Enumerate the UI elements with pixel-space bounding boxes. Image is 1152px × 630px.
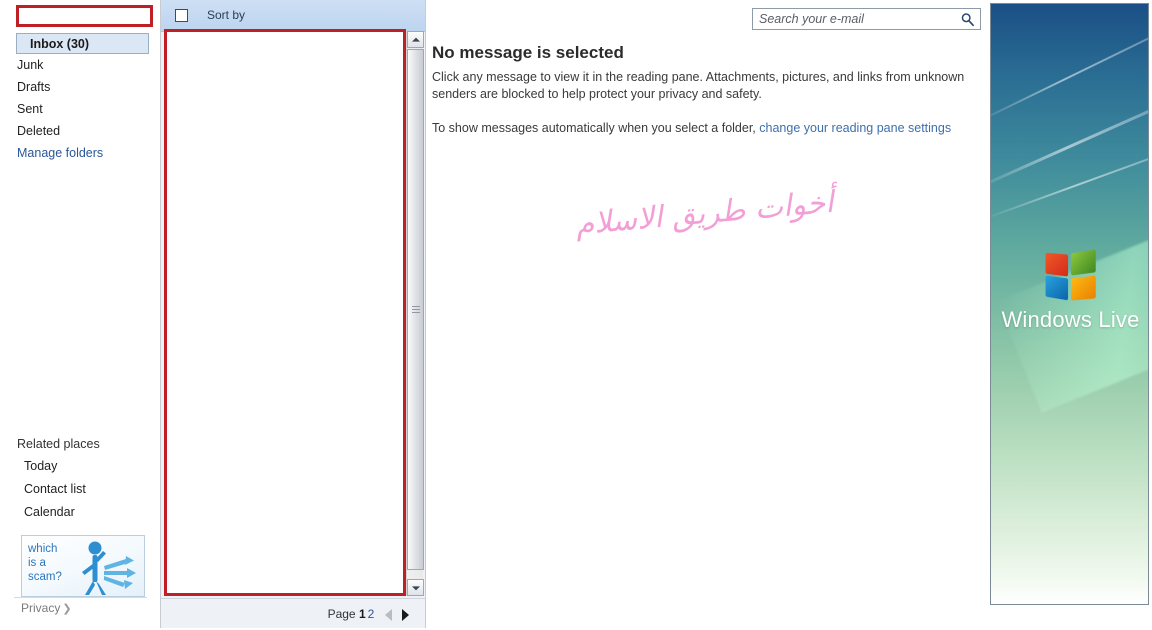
confused-person-illustration-icon: [82, 541, 136, 595]
windows-live-logo: Windows Live: [991, 249, 1148, 333]
reading-pane: No message is selected Click any message…: [425, 0, 989, 630]
reading-pane-settings-note: To show messages automatically when you …: [432, 120, 978, 137]
reading-pane-note-prefix: To show messages automatically when you …: [432, 121, 760, 135]
chevron-right-icon: ❯: [62, 603, 72, 615]
message-list-footer: Page 12: [161, 598, 425, 630]
pagination: Page 12: [328, 607, 409, 621]
ad-line-2: is a: [28, 557, 46, 569]
ad-line-3: scam?: [28, 571, 62, 583]
reading-pane-description: Click any message to view it in the read…: [432, 70, 965, 101]
page-label: Page: [327, 607, 356, 621]
manage-folders-label: Manage folders: [17, 146, 104, 160]
related-item-today-label: Today: [24, 459, 58, 473]
previous-page-arrow-icon[interactable]: [384, 608, 392, 621]
related-places-section: Related places Today Contact list Calend…: [0, 433, 161, 524]
windows-flag-icon: [1045, 249, 1098, 303]
decorative-streak: [991, 10, 1148, 126]
change-reading-pane-settings-link[interactable]: change your reading pane settings: [759, 121, 951, 135]
scam-awareness-ad[interactable]: which is a scam?: [21, 535, 145, 597]
page-current: 1: [358, 607, 366, 621]
scroll-down-button[interactable]: [407, 579, 424, 596]
page-link-2[interactable]: 2: [368, 607, 375, 621]
related-item-calendar-label: Calendar: [24, 505, 75, 519]
select-all-checkbox[interactable]: [175, 9, 188, 22]
scrollbar-thumb[interactable]: [407, 49, 424, 570]
sidebar-item-sent-label: Sent: [17, 102, 43, 116]
message-list-column: Sort by Page 12: [161, 0, 425, 630]
sort-by-button[interactable]: Sort by: [207, 8, 245, 22]
message-list-highlight-box: [164, 29, 406, 596]
search-input[interactable]: [759, 9, 954, 29]
search-icon[interactable]: [960, 12, 975, 27]
folder-list: Inbox (30) Junk Drafts Sent Deleted Mana…: [0, 33, 161, 164]
sidebar-item-junk-label: Junk: [17, 58, 44, 72]
related-item-today[interactable]: Today: [0, 455, 161, 478]
search-box[interactable]: [752, 8, 981, 30]
related-item-calendar[interactable]: Calendar: [0, 501, 161, 524]
next-page-arrow-icon[interactable]: [402, 608, 409, 621]
webmail-window: Inbox (30) Junk Drafts Sent Deleted Mana…: [0, 0, 1152, 630]
message-list-toolbar: Sort by: [161, 0, 425, 32]
sidebar-item-drafts-label: Drafts: [17, 80, 51, 94]
privacy-label: Privacy: [21, 601, 61, 615]
chevron-up-icon: [411, 37, 420, 42]
sidebar-item-sent[interactable]: Sent: [0, 98, 161, 120]
privacy-link[interactable]: Privacy ❯: [21, 601, 72, 615]
sidebar-item-inbox-label: Inbox (30): [30, 37, 90, 51]
related-places-heading: Related places: [17, 437, 100, 451]
sidebar-item-inbox[interactable]: Inbox (30): [16, 33, 149, 54]
sidebar-item-deleted[interactable]: Deleted: [0, 120, 161, 142]
sidebar-divider: [14, 597, 147, 598]
ad-line-1: which: [28, 543, 58, 555]
related-item-contact-list[interactable]: Contact list: [0, 478, 161, 501]
windows-live-banner[interactable]: Windows Live: [990, 3, 1149, 605]
decorative-streak: [991, 83, 1148, 192]
sidebar-item-deleted-label: Deleted: [17, 124, 61, 138]
account-name-redacted-box: [16, 5, 153, 27]
scroll-up-button[interactable]: [407, 31, 424, 48]
message-list-scrollbar[interactable]: [406, 31, 424, 596]
page-title: No message is selected: [432, 43, 624, 62]
windows-live-wordmark: Windows Live: [1001, 307, 1140, 332]
arabic-watermark: أخوات طريق الاسلام: [573, 184, 835, 243]
left-sidebar: Inbox (30) Junk Drafts Sent Deleted Mana…: [0, 0, 161, 630]
ad-text: which is a scam?: [28, 542, 62, 584]
manage-folders-link[interactable]: Manage folders: [0, 142, 161, 164]
sidebar-item-junk[interactable]: Junk: [0, 54, 161, 76]
chevron-down-icon: [411, 585, 420, 590]
sidebar-item-drafts[interactable]: Drafts: [0, 76, 161, 98]
right-ad-panel: Windows Live: [988, 0, 1152, 630]
scrollbar-grip-icon: [412, 305, 420, 314]
related-item-contact-list-label: Contact list: [24, 482, 86, 496]
